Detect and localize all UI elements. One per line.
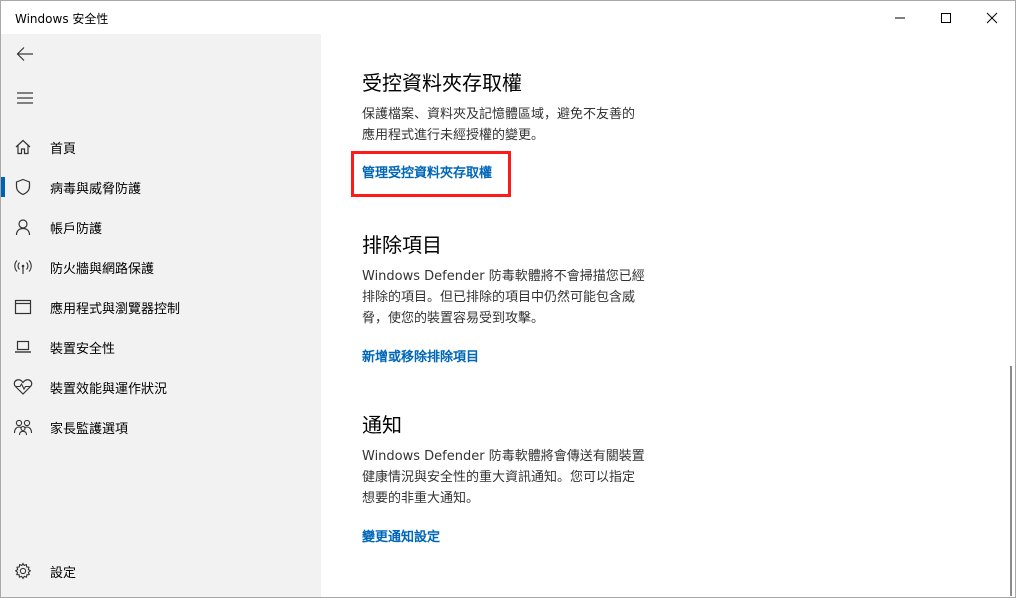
app-window: Windows 安全性 首頁 病毒與威脅防護 帳戶防護 防火牆與網路保護 應用程… [0, 0, 1016, 598]
sidebar-item-label: 裝置安全性 [50, 341, 116, 357]
minimize-icon [895, 17, 905, 18]
sidebar: 首頁 病毒與威脅防護 帳戶防護 防火牆與網路保護 應用程式與瀏覽器控制 裝置安全… [1, 34, 321, 597]
close-icon [986, 12, 998, 23]
sidebar-item-label: 病毒與威脅防護 [50, 181, 142, 197]
section-description: 保護檔案、資料夾及記憶體區域，避免不友善的 應用程式進行未經授權的變更。 [362, 104, 692, 146]
shield-icon [1, 167, 45, 207]
sidebar-item-label: 首頁 [50, 141, 77, 157]
description-line: 脅，使您的裝置容易受到攻擊。 [362, 311, 545, 326]
section-exclusions: 排除項目 Windows Defender 防毒軟體將不會掃描您已經 排除的項目… [362, 232, 692, 365]
section-description: Windows Defender 防毒軟體將不會掃描您已經 排除的項目。但已排除… [362, 266, 692, 329]
family-icon [1, 407, 45, 447]
section-notifications: 通知 Windows Defender 防毒軟體將會傳送有關裝置 健康情況與安全… [362, 412, 692, 545]
home-icon [1, 127, 45, 167]
gear-icon [1, 551, 45, 591]
description-line: 保護檔案、資料夾及記憶體區域，避免不友善的 [362, 107, 636, 122]
settings-label: 設定 [50, 565, 77, 581]
sidebar-item-app-browser-control[interactable]: 應用程式與瀏覽器控制 [1, 287, 321, 327]
sidebar-item-firewall[interactable]: 防火牆與網路保護 [1, 247, 321, 287]
description-line: 想要的非重大通知。 [362, 491, 480, 506]
maximize-icon [941, 12, 951, 23]
main-content: 受控資料夾存取權 保護檔案、資料夾及記憶體區域，避免不友善的 應用程式進行未經授… [322, 34, 1015, 597]
laptop-icon [1, 327, 45, 367]
sidebar-item-home[interactable]: 首頁 [1, 127, 321, 167]
description-line: 健康情況與安全性的重大資訊通知。您可以指定 [362, 470, 636, 485]
back-arrow-icon [16, 47, 33, 61]
description-line: Windows Defender 防毒軟體將會傳送有關裝置 [362, 449, 645, 464]
active-indicator [1, 177, 5, 197]
add-remove-exclusions-link[interactable]: 新增或移除排除項目 [362, 346, 479, 365]
sidebar-item-label: 帳戶防護 [50, 221, 103, 237]
description-line: 排除的項目。但已排除的項目中仍然可能包含威 [362, 290, 636, 305]
window-title: Windows 安全性 [15, 12, 109, 26]
change-notification-settings-link[interactable]: 變更通知設定 [362, 526, 440, 545]
description-line: 應用程式進行未經授權的變更。 [362, 128, 545, 143]
sidebar-item-settings[interactable]: 設定 [1, 551, 321, 591]
sidebar-item-label: 裝置效能與運作狀況 [50, 381, 168, 397]
sidebar-item-label: 家長監護選項 [50, 421, 129, 437]
sidebar-item-label: 應用程式與瀏覽器控制 [50, 301, 181, 317]
section-description: Windows Defender 防毒軟體將會傳送有關裝置 健康情況與安全性的重… [362, 446, 692, 509]
sidebar-item-family-options[interactable]: 家長監護選項 [1, 407, 321, 447]
hamburger-menu-button[interactable] [1, 78, 49, 118]
minimize-button[interactable] [877, 1, 923, 34]
section-title: 受控資料夾存取權 [362, 71, 522, 95]
close-button[interactable] [969, 1, 1015, 34]
section-title: 通知 [362, 413, 402, 437]
section-title: 排除項目 [362, 233, 442, 257]
scrollbar[interactable] [1010, 366, 1012, 596]
hamburger-icon [17, 92, 33, 104]
sidebar-item-device-security[interactable]: 裝置安全性 [1, 327, 321, 367]
sidebar-item-account-protection[interactable]: 帳戶防護 [1, 207, 321, 247]
window-controls [877, 1, 1015, 34]
heart-pulse-icon [1, 367, 45, 407]
person-icon [1, 207, 45, 247]
app-window-icon [1, 287, 45, 327]
sidebar-item-device-health[interactable]: 裝置效能與運作狀況 [1, 367, 321, 407]
back-button[interactable] [1, 34, 49, 74]
highlight-box [351, 151, 511, 197]
sidebar-item-label: 防火牆與網路保護 [50, 261, 155, 277]
maximize-button[interactable] [923, 1, 969, 34]
wireless-icon [1, 247, 45, 287]
title-bar: Windows 安全性 [1, 1, 1015, 34]
description-line: Windows Defender 防毒軟體將不會掃描您已經 [362, 269, 645, 284]
sidebar-item-virus-protection[interactable]: 病毒與威脅防護 [1, 167, 321, 207]
